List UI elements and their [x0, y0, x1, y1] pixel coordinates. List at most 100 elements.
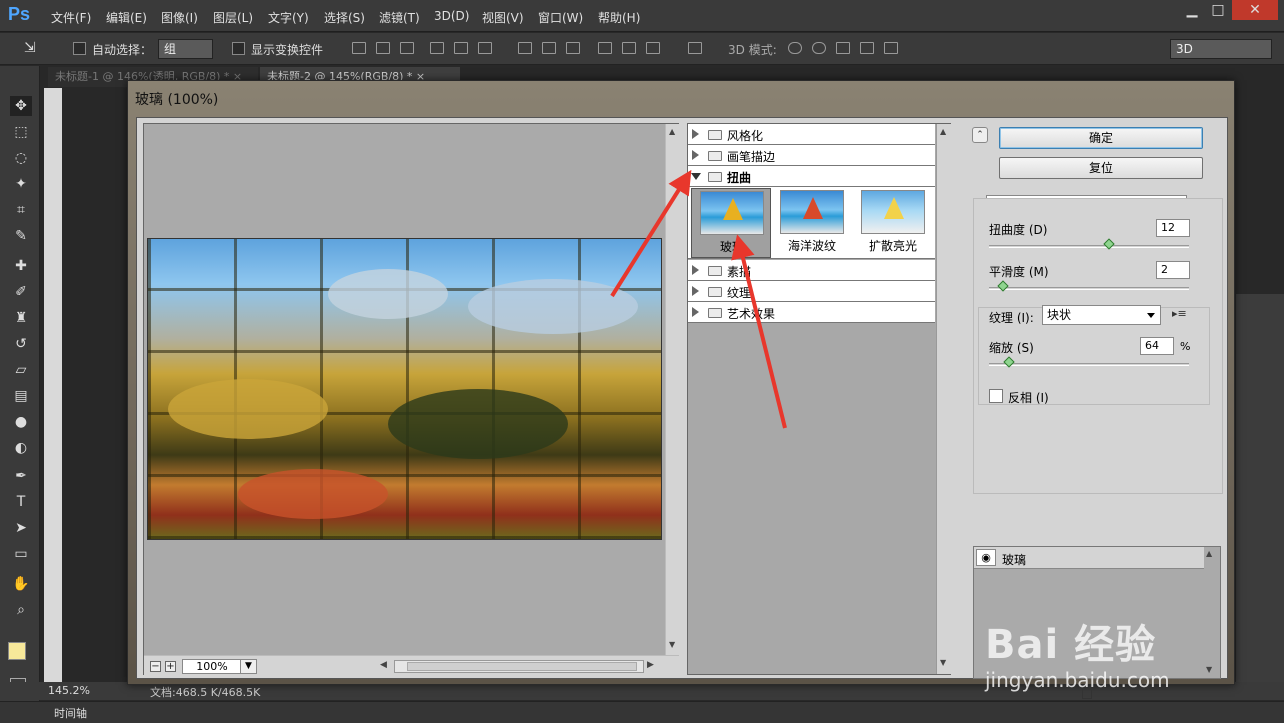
magic-wand-icon[interactable]: ✦ [10, 174, 32, 194]
align-left-icon[interactable] [430, 42, 444, 54]
preview-zoom-field[interactable]: 100% [182, 659, 242, 674]
list-scrollbar[interactable]: ▲ ▼ [936, 124, 951, 674]
workspace-dropdown[interactable]: 3D [1170, 39, 1272, 59]
menu-type[interactable]: 文字(Y) [268, 9, 309, 26]
gradient-tool-icon[interactable]: ▤ [10, 386, 32, 406]
align-hcenter-icon[interactable] [454, 42, 468, 54]
hand-tool-icon[interactable]: ✋ [10, 574, 32, 594]
smoothness-field[interactable]: 2 [1156, 261, 1190, 279]
zoom-out-button[interactable]: − [150, 661, 161, 672]
distribute-bottom-icon[interactable] [566, 42, 580, 54]
category-distort[interactable]: 扭曲 [688, 166, 935, 187]
thumbnail-ocean-ripple[interactable]: 海洋波纹 [772, 188, 852, 258]
scroll-up-icon[interactable]: ▲ [1206, 549, 1212, 558]
scaling-field[interactable]: 64 [1140, 337, 1174, 355]
marquee-tool-icon[interactable]: ⬚ [10, 122, 32, 142]
smoothness-slider[interactable] [989, 280, 1189, 292]
category-artistic[interactable]: 艺术效果 [688, 302, 935, 323]
texture-dropdown[interactable]: 块状 [1042, 305, 1161, 325]
move-tool-icon[interactable]: ✥ [10, 96, 32, 116]
distribute-left-icon[interactable] [598, 42, 612, 54]
thumbnail-diffuse-glow[interactable]: 扩散亮光 [853, 188, 933, 258]
scroll-thumb[interactable] [407, 662, 637, 671]
distortion-slider[interactable] [989, 238, 1189, 250]
shape-tool-icon[interactable]: ▭ [10, 544, 32, 564]
preview-vertical-scrollbar[interactable]: ▲ ▼ [665, 124, 679, 656]
scroll-down-icon[interactable]: ▼ [1206, 665, 1212, 674]
scroll-right-icon[interactable]: ▶ [647, 660, 654, 670]
align-top-icon[interactable] [352, 42, 366, 54]
dodge-tool-icon[interactable]: ◐ [10, 438, 32, 458]
distortion-field[interactable]: 12 [1156, 219, 1190, 237]
thumbnail-glass[interactable]: 玻璃 [691, 188, 771, 258]
eye-icon[interactable]: ◉ [976, 549, 996, 566]
preview-horizontal-scrollbar[interactable] [394, 660, 644, 673]
3d-slide-icon[interactable] [860, 42, 874, 54]
brush-tool-icon[interactable]: ✐ [10, 282, 32, 302]
scroll-down-icon[interactable]: ▼ [669, 640, 675, 649]
category-texture[interactable]: 纹理 [688, 281, 935, 302]
align-bottom-icon[interactable] [400, 42, 414, 54]
texture-menu-icon[interactable]: ▸≡ [1172, 307, 1187, 320]
3d-pan-icon[interactable] [836, 42, 850, 54]
scaling-slider[interactable] [989, 356, 1189, 368]
preview-image[interactable] [147, 238, 662, 540]
zoom-in-button[interactable]: + [165, 661, 176, 672]
category-brush-strokes[interactable]: 画笔描边 [688, 145, 935, 166]
distribute-hcenter-icon[interactable] [622, 42, 636, 54]
align-vcenter-icon[interactable] [376, 42, 390, 54]
crop-tool-icon[interactable]: ⌗ [10, 200, 32, 220]
zoom-level[interactable]: 145.2% [48, 684, 90, 697]
lasso-tool-icon[interactable]: ◌ [10, 148, 32, 168]
auto-select-dropdown[interactable]: 组 [158, 39, 213, 59]
show-transform-checkbox[interactable] [232, 42, 245, 55]
3d-roll-icon[interactable] [812, 42, 826, 54]
align-right-icon[interactable] [478, 42, 492, 54]
healing-brush-icon[interactable]: ✚ [10, 256, 32, 276]
close-button[interactable]: ✕ [1232, 0, 1278, 20]
scroll-left-icon[interactable]: ◀ [380, 660, 387, 670]
collapse-gallery-icon[interactable]: ⌃ [972, 127, 988, 143]
menu-filter[interactable]: 滤镜(T) [379, 9, 420, 26]
menu-layer[interactable]: 图层(L) [213, 9, 253, 26]
zoom-tool-icon[interactable]: ⌕ [10, 600, 32, 620]
move-tool-icon[interactable]: ⇲ [24, 40, 36, 56]
zoom-dropdown-icon[interactable]: ▼ [240, 659, 257, 674]
slider-handle[interactable] [997, 280, 1009, 292]
blur-tool-icon[interactable]: ● [10, 412, 32, 432]
distribute-vcenter-icon[interactable] [542, 42, 556, 54]
eraser-tool-icon[interactable]: ▱ [10, 360, 32, 380]
slider-handle[interactable] [1103, 238, 1115, 250]
menu-file[interactable]: 文件(F) [51, 9, 91, 26]
3d-scale-icon[interactable] [884, 42, 898, 54]
ok-button[interactable]: 确定 [999, 127, 1203, 149]
category-stylize[interactable]: 风格化 [688, 124, 935, 145]
minimize-button[interactable]: ▁ [1178, 0, 1206, 20]
reset-button[interactable]: 复位 [999, 157, 1203, 179]
menu-select[interactable]: 选择(S) [324, 9, 365, 26]
scroll-up-icon[interactable]: ▲ [940, 127, 946, 136]
history-brush-icon[interactable]: ↺ [10, 334, 32, 354]
scroll-up-icon[interactable]: ▲ [669, 127, 675, 136]
timeline-tab[interactable]: 时间轴 [54, 705, 87, 721]
effect-layer-row[interactable]: ◉ 玻璃 [974, 547, 1204, 569]
3d-rotate-icon[interactable] [788, 42, 802, 54]
invert-checkbox[interactable] [989, 389, 1003, 403]
pen-tool-icon[interactable]: ✒ [10, 466, 32, 486]
scroll-down-icon[interactable]: ▼ [940, 658, 946, 667]
menu-3d[interactable]: 3D(D) [434, 9, 469, 23]
menu-view[interactable]: 视图(V) [482, 9, 524, 26]
auto-align-icon[interactable] [688, 42, 702, 54]
distribute-right-icon[interactable] [646, 42, 660, 54]
category-sketch[interactable]: 素描 [688, 260, 935, 281]
clone-stamp-icon[interactable]: ♜ [10, 308, 32, 328]
menu-image[interactable]: 图像(I) [161, 9, 198, 26]
auto-select-checkbox[interactable] [73, 42, 86, 55]
maximize-button[interactable]: □ [1204, 0, 1232, 20]
type-tool-icon[interactable]: T [10, 492, 32, 512]
foreground-color-swatch[interactable] [8, 642, 26, 660]
menu-window[interactable]: 窗口(W) [538, 9, 583, 26]
eyedropper-icon[interactable]: ✎ [10, 226, 32, 246]
menu-help[interactable]: 帮助(H) [598, 9, 640, 26]
menu-edit[interactable]: 编辑(E) [106, 9, 147, 26]
